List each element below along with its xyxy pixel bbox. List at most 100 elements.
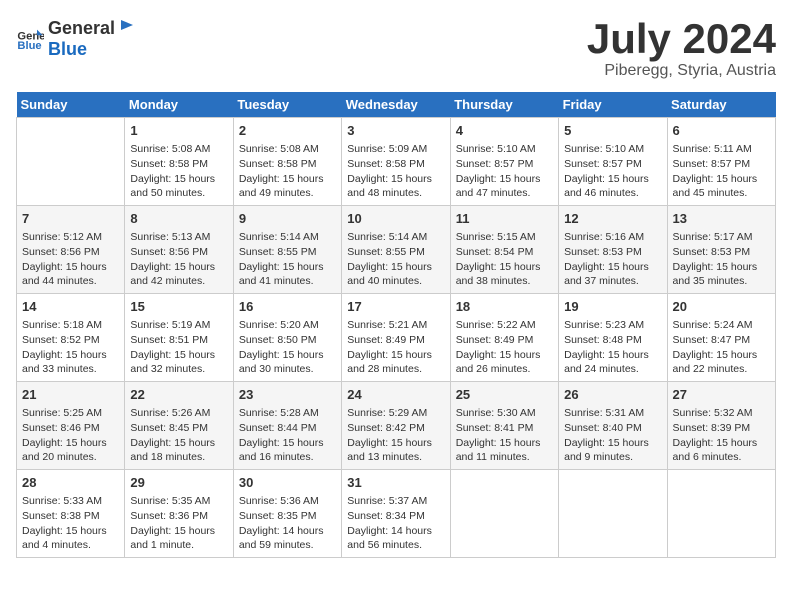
cell-content: Sunrise: 5:17 AM Sunset: 8:53 PM Dayligh… <box>673 230 770 289</box>
day-number: 23 <box>239 386 336 404</box>
calendar-cell: 18 Sunrise: 5:22 AM Sunset: 8:49 PM Dayli… <box>450 294 558 382</box>
cell-content: Sunrise: 5:10 AM Sunset: 8:57 PM Dayligh… <box>564 142 661 201</box>
cell-content: Sunrise: 5:33 AM Sunset: 8:38 PM Dayligh… <box>22 494 119 553</box>
column-header-saturday: Saturday <box>667 92 775 118</box>
header: General Blue General Blue July 2024 Pibe… <box>16 16 776 80</box>
column-header-friday: Friday <box>559 92 667 118</box>
day-number: 25 <box>456 386 553 404</box>
day-number: 28 <box>22 474 119 492</box>
calendar-cell: 5 Sunrise: 5:10 AM Sunset: 8:57 PM Daylig… <box>559 118 667 206</box>
cell-content: Sunrise: 5:12 AM Sunset: 8:56 PM Dayligh… <box>22 230 119 289</box>
calendar-cell <box>17 118 125 206</box>
day-number: 10 <box>347 210 444 228</box>
calendar-cell: 6 Sunrise: 5:11 AM Sunset: 8:57 PM Daylig… <box>667 118 775 206</box>
cell-content: Sunrise: 5:26 AM Sunset: 8:45 PM Dayligh… <box>130 406 227 465</box>
title-area: July 2024 Piberegg, Styria, Austria <box>587 16 776 80</box>
cell-content: Sunrise: 5:10 AM Sunset: 8:57 PM Dayligh… <box>456 142 553 201</box>
calendar-cell: 12 Sunrise: 5:16 AM Sunset: 8:53 PM Dayli… <box>559 206 667 294</box>
day-number: 11 <box>456 210 553 228</box>
day-number: 27 <box>673 386 770 404</box>
cell-content: Sunrise: 5:29 AM Sunset: 8:42 PM Dayligh… <box>347 406 444 465</box>
calendar-cell: 20 Sunrise: 5:24 AM Sunset: 8:47 PM Dayli… <box>667 294 775 382</box>
svg-text:Blue: Blue <box>17 40 41 52</box>
calendar-cell: 8 Sunrise: 5:13 AM Sunset: 8:56 PM Daylig… <box>125 206 233 294</box>
cell-content: Sunrise: 5:22 AM Sunset: 8:49 PM Dayligh… <box>456 318 553 377</box>
calendar-cell: 19Sunrise: 5:23 AM Sunset: 8:48 PM Dayli… <box>559 294 667 382</box>
cell-content: Sunrise: 5:11 AM Sunset: 8:57 PM Dayligh… <box>673 142 770 201</box>
cell-content: Sunrise: 5:13 AM Sunset: 8:56 PM Dayligh… <box>130 230 227 289</box>
calendar-header-row: SundayMondayTuesdayWednesdayThursdayFrid… <box>17 92 776 118</box>
day-number: 20 <box>673 298 770 316</box>
cell-content: Sunrise: 5:08 AM Sunset: 8:58 PM Dayligh… <box>239 142 336 201</box>
day-number: 4 <box>456 122 553 140</box>
day-number: 16 <box>239 298 336 316</box>
calendar-cell: 11Sunrise: 5:15 AM Sunset: 8:54 PM Dayli… <box>450 206 558 294</box>
calendar-cell: 24 Sunrise: 5:29 AM Sunset: 8:42 PM Dayli… <box>342 382 450 470</box>
cell-content: Sunrise: 5:14 AM Sunset: 8:55 PM Dayligh… <box>239 230 336 289</box>
calendar-week-3: 14 Sunrise: 5:18 AM Sunset: 8:52 PM Dayli… <box>17 294 776 382</box>
logo: General Blue General Blue <box>16 16 135 60</box>
calendar-cell: 10 Sunrise: 5:14 AM Sunset: 8:55 PM Dayli… <box>342 206 450 294</box>
cell-content: Sunrise: 5:35 AM Sunset: 8:36 PM Dayligh… <box>130 494 227 553</box>
calendar-cell <box>450 469 558 557</box>
logo-blue-text: Blue <box>48 39 87 59</box>
day-number: 1 <box>130 122 227 140</box>
logo-general-text: General <box>48 18 115 39</box>
day-number: 13 <box>673 210 770 228</box>
day-number: 24 <box>347 386 444 404</box>
cell-content: Sunrise: 5:24 AM Sunset: 8:47 PM Dayligh… <box>673 318 770 377</box>
calendar-cell: 31 Sunrise: 5:37 AM Sunset: 8:34 PM Dayli… <box>342 469 450 557</box>
cell-content: Sunrise: 5:20 AM Sunset: 8:50 PM Dayligh… <box>239 318 336 377</box>
calendar-cell: 27 Sunrise: 5:32 AM Sunset: 8:39 PM Dayli… <box>667 382 775 470</box>
day-number: 8 <box>130 210 227 228</box>
cell-content: Sunrise: 5:23 AM Sunset: 8:48 PM Dayligh… <box>564 318 661 377</box>
calendar-cell: 22Sunrise: 5:26 AM Sunset: 8:45 PM Dayli… <box>125 382 233 470</box>
day-number: 18 <box>456 298 553 316</box>
cell-content: Sunrise: 5:25 AM Sunset: 8:46 PM Dayligh… <box>22 406 119 465</box>
day-number: 3 <box>347 122 444 140</box>
column-header-sunday: Sunday <box>17 92 125 118</box>
calendar-cell: 15Sunrise: 5:19 AM Sunset: 8:51 PM Dayli… <box>125 294 233 382</box>
column-header-monday: Monday <box>125 92 233 118</box>
day-number: 14 <box>22 298 119 316</box>
calendar-cell: 26 Sunrise: 5:31 AM Sunset: 8:40 PM Dayli… <box>559 382 667 470</box>
cell-content: Sunrise: 5:14 AM Sunset: 8:55 PM Dayligh… <box>347 230 444 289</box>
month-title: July 2024 <box>587 16 776 62</box>
column-header-wednesday: Wednesday <box>342 92 450 118</box>
calendar-cell: 4 Sunrise: 5:10 AM Sunset: 8:57 PM Daylig… <box>450 118 558 206</box>
cell-content: Sunrise: 5:21 AM Sunset: 8:49 PM Dayligh… <box>347 318 444 377</box>
calendar-cell: 2Sunrise: 5:08 AM Sunset: 8:58 PM Daylig… <box>233 118 341 206</box>
day-number: 26 <box>564 386 661 404</box>
day-number: 6 <box>673 122 770 140</box>
calendar-cell: 28 Sunrise: 5:33 AM Sunset: 8:38 PM Dayli… <box>17 469 125 557</box>
day-number: 12 <box>564 210 661 228</box>
day-number: 21 <box>22 386 119 404</box>
cell-content: Sunrise: 5:09 AM Sunset: 8:58 PM Dayligh… <box>347 142 444 201</box>
calendar-cell: 1 Sunrise: 5:08 AM Sunset: 8:58 PM Daylig… <box>125 118 233 206</box>
cell-content: Sunrise: 5:37 AM Sunset: 8:34 PM Dayligh… <box>347 494 444 553</box>
calendar-week-2: 7Sunrise: 5:12 AM Sunset: 8:56 PM Daylig… <box>17 206 776 294</box>
column-header-tuesday: Tuesday <box>233 92 341 118</box>
calendar-cell: 29Sunrise: 5:35 AM Sunset: 8:36 PM Dayli… <box>125 469 233 557</box>
calendar-cell: 30Sunrise: 5:36 AM Sunset: 8:35 PM Dayli… <box>233 469 341 557</box>
day-number: 17 <box>347 298 444 316</box>
cell-content: Sunrise: 5:31 AM Sunset: 8:40 PM Dayligh… <box>564 406 661 465</box>
cell-content: Sunrise: 5:18 AM Sunset: 8:52 PM Dayligh… <box>22 318 119 377</box>
logo-arrow-icon <box>117 16 135 34</box>
calendar-cell: 14 Sunrise: 5:18 AM Sunset: 8:52 PM Dayli… <box>17 294 125 382</box>
calendar-cell <box>559 469 667 557</box>
cell-content: Sunrise: 5:32 AM Sunset: 8:39 PM Dayligh… <box>673 406 770 465</box>
day-number: 5 <box>564 122 661 140</box>
day-number: 9 <box>239 210 336 228</box>
calendar-cell: 13 Sunrise: 5:17 AM Sunset: 8:53 PM Dayli… <box>667 206 775 294</box>
calendar-cell: 3 Sunrise: 5:09 AM Sunset: 8:58 PM Daylig… <box>342 118 450 206</box>
cell-content: Sunrise: 5:30 AM Sunset: 8:41 PM Dayligh… <box>456 406 553 465</box>
calendar-cell: 7Sunrise: 5:12 AM Sunset: 8:56 PM Daylig… <box>17 206 125 294</box>
calendar-table: SundayMondayTuesdayWednesdayThursdayFrid… <box>16 92 776 558</box>
location-title: Piberegg, Styria, Austria <box>587 62 776 80</box>
day-number: 31 <box>347 474 444 492</box>
cell-content: Sunrise: 5:16 AM Sunset: 8:53 PM Dayligh… <box>564 230 661 289</box>
logo-icon: General Blue <box>16 24 44 52</box>
cell-content: Sunrise: 5:08 AM Sunset: 8:58 PM Dayligh… <box>130 142 227 201</box>
calendar-cell: 25 Sunrise: 5:30 AM Sunset: 8:41 PM Dayli… <box>450 382 558 470</box>
